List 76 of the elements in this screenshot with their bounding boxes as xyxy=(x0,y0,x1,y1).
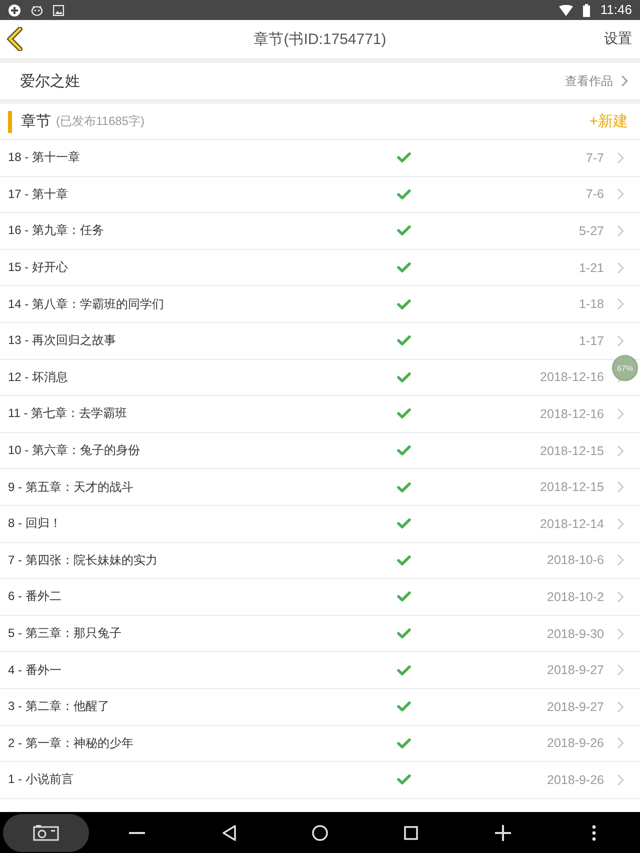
chapter-title[interactable]: 4 - 番外一 xyxy=(8,662,396,679)
chapter-title[interactable]: 8 - 回归！ xyxy=(8,515,396,532)
minus-icon[interactable] xyxy=(129,832,146,834)
recents-square-icon[interactable] xyxy=(404,826,418,840)
chevron-right-icon xyxy=(616,664,624,676)
word-count: (已发布11685字) xyxy=(56,113,146,130)
chapter-title[interactable]: 5 - 第三章：那只兔子 xyxy=(8,625,396,642)
chapter-title[interactable]: 2 - 第一章：神秘的少年 xyxy=(8,734,396,752)
chapter-title[interactable]: 17 - 第十章 xyxy=(8,186,396,203)
section-title: 章节 xyxy=(21,112,51,131)
chevron-right-icon xyxy=(616,481,624,494)
chevron-right-icon xyxy=(616,590,624,603)
chapter-date: 2018-12-15 xyxy=(540,480,604,494)
chapter-title[interactable]: 15 - 好开心 xyxy=(8,259,396,276)
accent-bar xyxy=(8,110,12,132)
book-title: 爱尔之姓 xyxy=(20,72,81,90)
chapter-date: 2018-9-27 xyxy=(547,700,604,714)
screenshot-button[interactable] xyxy=(2,814,89,852)
back-triangle-icon[interactable] xyxy=(222,824,236,840)
chapter-title[interactable]: 7 - 第四张：院长妹妹的实力 xyxy=(8,552,396,569)
chapter-date: 2018-10-2 xyxy=(547,590,604,604)
chapter-title[interactable]: 16 - 第九章：任务 xyxy=(8,222,396,240)
chapter-date: 2018-9-26 xyxy=(547,736,604,750)
chevron-right-icon xyxy=(616,554,624,566)
chapter-date: 1-17 xyxy=(578,334,604,348)
chevron-right-icon xyxy=(616,224,624,237)
chapter-title[interactable]: 14 - 第八章：学霸班的同学们 xyxy=(8,296,396,313)
chapter-title[interactable]: 18 - 第十一章 xyxy=(8,149,396,166)
home-circle-icon[interactable] xyxy=(312,824,328,840)
image-icon xyxy=(53,4,64,16)
chapter-title[interactable]: 1 - 小说前言 xyxy=(8,771,396,788)
chapter-date: 1-18 xyxy=(578,297,604,312)
chapter-date: 2018-9-30 xyxy=(547,626,604,641)
chapter-date: 1-21 xyxy=(578,260,604,275)
chapter-date: 2018-12-15 xyxy=(540,444,604,458)
chevron-right-icon xyxy=(621,75,628,87)
camera-icon xyxy=(32,824,59,840)
chevron-right-icon xyxy=(616,700,624,713)
chevron-right-icon xyxy=(616,298,624,310)
wifi-icon xyxy=(559,4,574,16)
chevron-right-icon xyxy=(616,774,624,786)
chapter-date: 2018-9-26 xyxy=(547,772,604,787)
chapter-title[interactable]: 10 - 第六章：兔子的身份 xyxy=(8,442,396,460)
chevron-right-icon xyxy=(616,262,624,274)
battery-icon xyxy=(583,4,590,16)
chevron-right-icon xyxy=(616,444,624,457)
settings-button[interactable]: 设置 xyxy=(604,30,632,48)
chevron-right-icon xyxy=(616,518,624,530)
chapter-date: 2018-12-16 xyxy=(540,406,604,421)
chapter-title[interactable]: 13 - 再次回归之故事 xyxy=(8,332,396,350)
chevron-right-icon xyxy=(616,188,624,200)
status-time: 11:46 xyxy=(600,2,632,18)
view-works-link[interactable]: 查看作品 xyxy=(565,72,613,90)
back-icon[interactable] xyxy=(7,27,23,51)
chevron-right-icon xyxy=(616,408,624,420)
plus-circle-icon xyxy=(8,4,21,16)
page-title: 章节(书ID:1754771) xyxy=(254,30,386,48)
chapter-date: 7-7 xyxy=(586,150,604,165)
face-icon xyxy=(31,4,43,16)
chapter-date: 2018-9-27 xyxy=(547,663,604,678)
chapter-date: 7-6 xyxy=(586,187,604,202)
chapter-title[interactable]: 12 - 坏消息 xyxy=(8,368,396,386)
chapter-date: 2018-10-6 xyxy=(547,553,604,568)
chapter-date: 2018-12-16 xyxy=(540,370,604,384)
chevron-right-icon xyxy=(616,628,624,640)
more-icon[interactable] xyxy=(592,824,596,840)
chapter-title[interactable]: 3 - 第二章：他醒了 xyxy=(8,698,396,716)
chapter-date: 5-27 xyxy=(578,224,604,238)
chapter-date: 2018-12-14 xyxy=(540,516,604,531)
chevron-right-icon xyxy=(616,334,624,347)
chapter-title[interactable]: 6 - 番外二 xyxy=(8,588,396,606)
chevron-right-icon xyxy=(616,737,624,750)
chapter-title[interactable]: 9 - 第五章：天才的战斗 xyxy=(8,478,396,496)
chevron-right-icon xyxy=(616,152,624,164)
plus-icon[interactable] xyxy=(494,824,511,840)
chapter-title[interactable]: 11 - 第七章：去学霸班 xyxy=(8,405,396,422)
